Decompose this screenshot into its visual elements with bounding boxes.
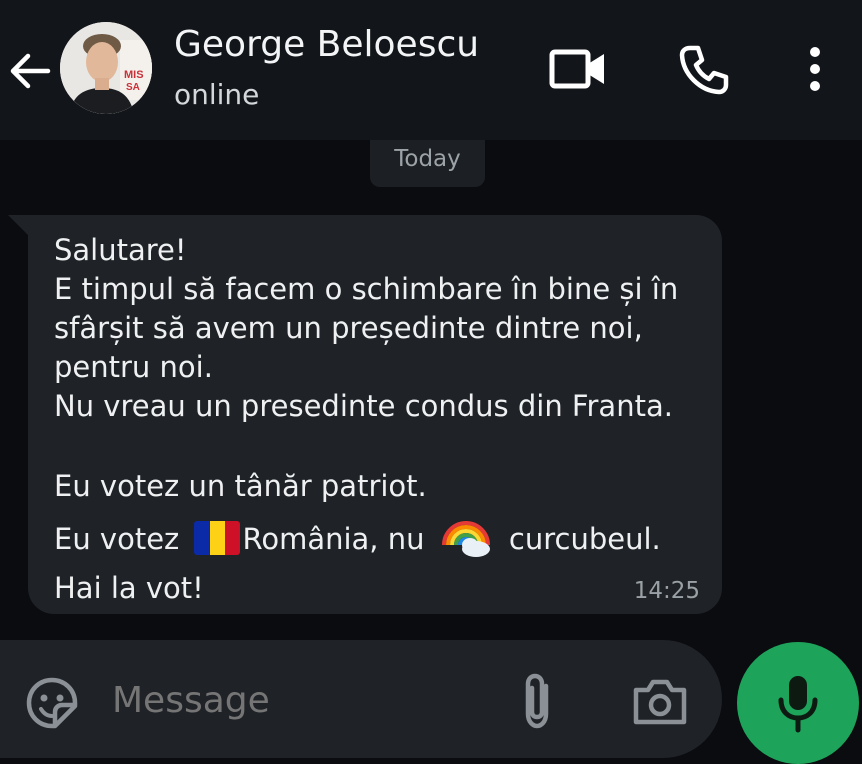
- date-separator: Today: [370, 140, 485, 187]
- message-line: E timpul să facem o schimbare în bine și…: [54, 272, 679, 306]
- camera-icon[interactable]: [630, 676, 690, 728]
- message-line-with-emoji: Eu votez România, nu curcubeul.: [54, 511, 714, 564]
- svg-text:SA: SA: [126, 82, 140, 93]
- svg-text:MIS: MIS: [124, 69, 144, 81]
- avatar-photo: MIS SA: [60, 22, 152, 114]
- message-composer: [0, 640, 722, 758]
- message-text: Salutare! E timpul să facem o schimbare …: [54, 231, 714, 613]
- contact-avatar[interactable]: MIS SA: [60, 22, 152, 114]
- message-line: Eu votez un tânăr patriot.: [54, 469, 427, 503]
- message-timestamp: 14:25: [633, 578, 700, 604]
- message-input[interactable]: [112, 680, 492, 721]
- message-fragment: Eu votez: [54, 522, 189, 556]
- back-arrow-icon[interactable]: [6, 48, 52, 94]
- chat-header: MIS SA George Beloescu online: [0, 0, 862, 140]
- message-fragment: curcubeul.: [499, 522, 661, 556]
- message-line: sfârșit să avem un președinte dintre noi…: [54, 311, 643, 345]
- mic-icon: [778, 676, 818, 733]
- bubble-tail: [8, 215, 30, 237]
- attach-icon[interactable]: [516, 670, 558, 732]
- rainbow-emoji: [441, 521, 490, 557]
- contact-name[interactable]: George Beloescu: [174, 24, 479, 65]
- phone-icon[interactable]: [678, 44, 730, 96]
- video-call-icon[interactable]: [548, 46, 606, 92]
- message-line: pentru noi.: [54, 350, 213, 384]
- more-options-icon[interactable]: [800, 44, 830, 94]
- message-line: Nu vreau un presedinte condus din Franta…: [54, 389, 673, 423]
- contact-status: online: [174, 78, 260, 111]
- voice-message-button[interactable]: [737, 642, 859, 764]
- sticker-icon[interactable]: [24, 675, 80, 731]
- romania-flag-emoji: [194, 521, 241, 555]
- message-line: Salutare!: [54, 233, 187, 267]
- incoming-message-bubble[interactable]: Salutare! E timpul să facem o schimbare …: [28, 215, 722, 614]
- message-fragment: România, nu: [242, 522, 434, 556]
- message-line: Hai la vot!: [54, 571, 204, 605]
